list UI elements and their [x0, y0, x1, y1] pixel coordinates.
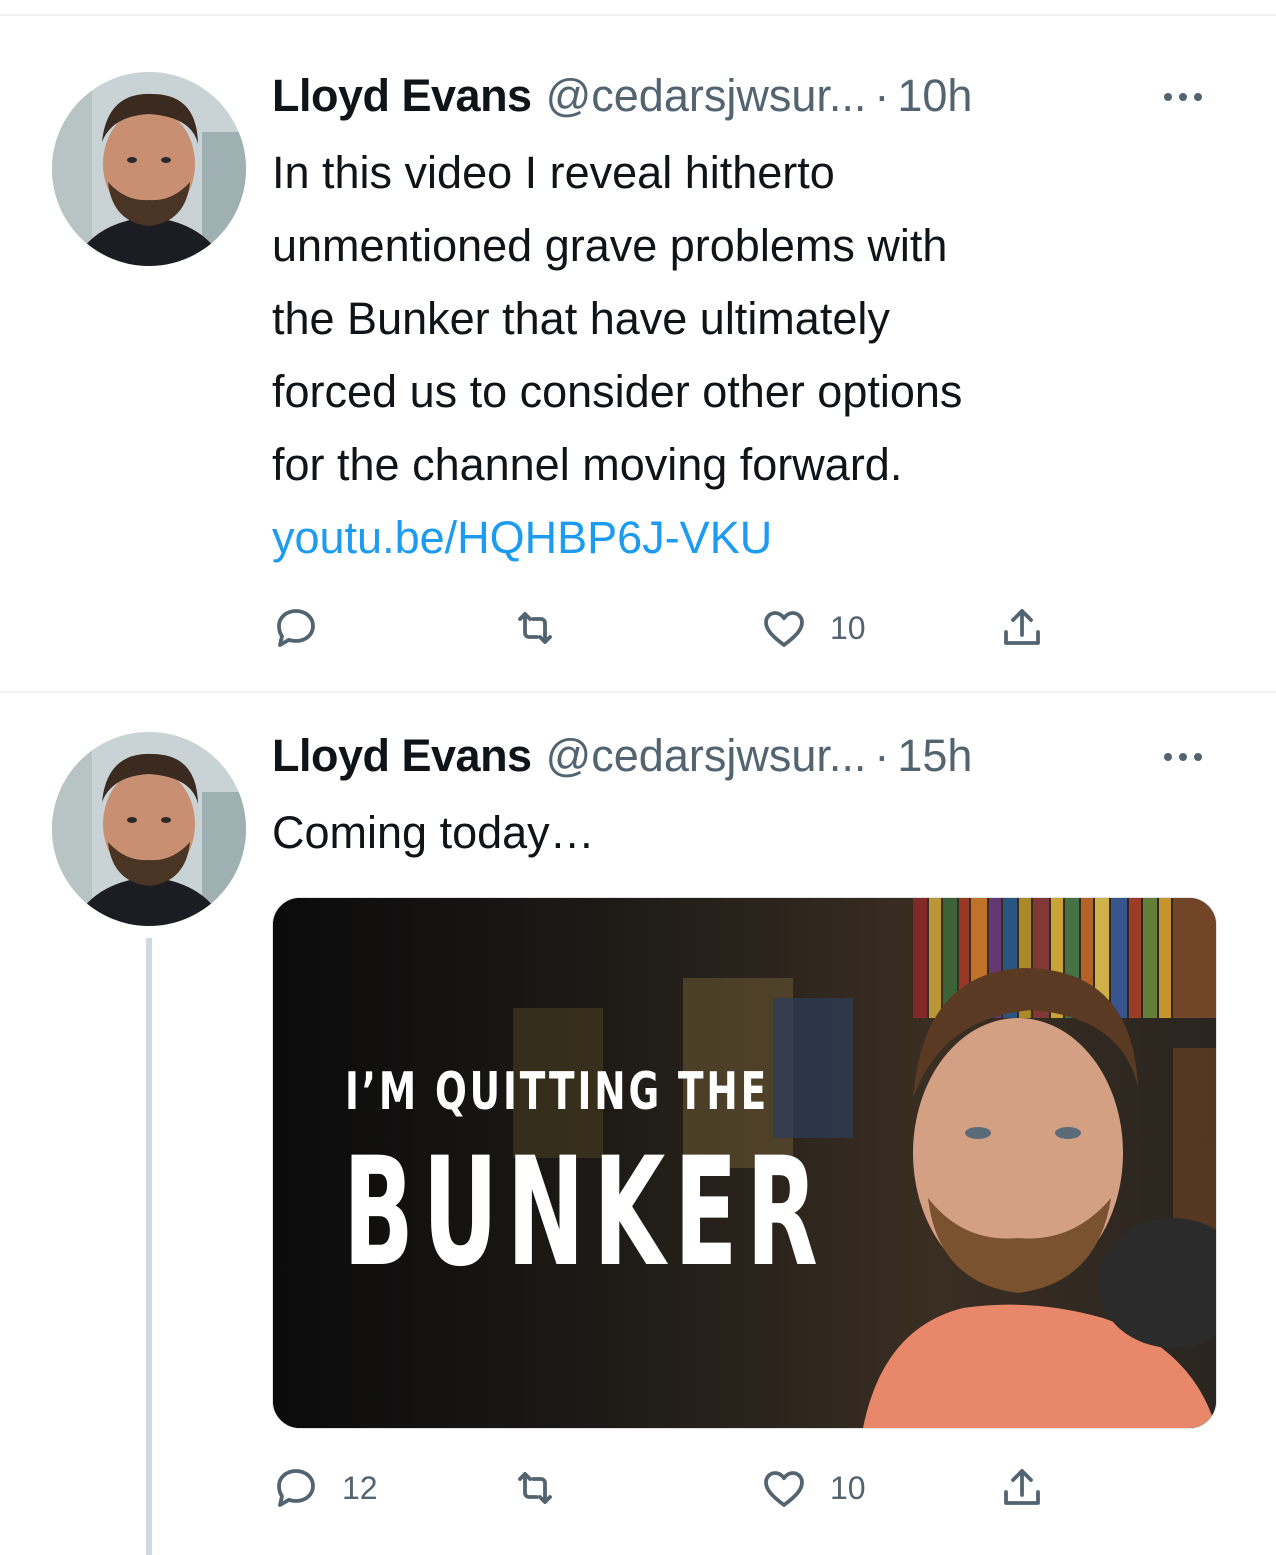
- reply-button[interactable]: 12: [272, 1458, 378, 1518]
- top-divider: [0, 14, 1276, 16]
- share-icon: [1004, 609, 1040, 645]
- avatar[interactable]: [52, 732, 246, 926]
- tweet-text: In this video I reveal hitherto unmentio…: [272, 136, 1232, 574]
- author-handle[interactable]: @cedarsjwsur...: [546, 70, 867, 122]
- tweet-text-line: unmentioned grave problems with: [272, 220, 948, 271]
- tweet-link[interactable]: youtu.be/HQHBP6J-VKU: [272, 501, 1232, 574]
- thread-line: [146, 938, 152, 1555]
- tweet-divider: [0, 691, 1276, 693]
- more-icon[interactable]: [1164, 93, 1202, 101]
- reply-button[interactable]: [272, 598, 342, 658]
- like-button[interactable]: 10: [760, 1458, 866, 1518]
- tweet-text-line: the Bunker that have ultimately: [272, 293, 890, 344]
- like-icon: [764, 1471, 804, 1507]
- separator-dot: ·: [874, 730, 890, 781]
- retweet-button[interactable]: [510, 598, 582, 658]
- like-button[interactable]: 10: [760, 598, 866, 658]
- author-handle[interactable]: @cedarsjwsur...: [546, 730, 867, 782]
- share-button[interactable]: [998, 598, 1046, 658]
- share-icon: [1004, 1469, 1040, 1505]
- tweet-header: Lloyd Evans @cedarsjwsur... · 15h: [272, 726, 972, 786]
- tweet-text-line: In this video I reveal hitherto: [272, 147, 835, 198]
- avatar[interactable]: [52, 72, 246, 266]
- like-icon: [764, 611, 804, 647]
- share-button[interactable]: [998, 1458, 1046, 1518]
- retweet-button[interactable]: [510, 1458, 582, 1518]
- like-count: 10: [830, 1469, 866, 1506]
- reply-icon: [277, 1469, 315, 1507]
- action-bar: 12 10: [272, 1458, 1072, 1518]
- tweet-text-line: Coming today…: [272, 807, 595, 858]
- tweet-text-line: forced us to consider other options: [272, 366, 963, 417]
- tweet-timestamp[interactable]: 15h: [897, 730, 972, 782]
- media-thumbnail[interactable]: I’M QUITTING THE BUNKER: [272, 897, 1217, 1429]
- retweet-icon: [518, 1472, 552, 1504]
- tweet-header: Lloyd Evans @cedarsjwsur... · 10h: [272, 66, 972, 126]
- more-icon[interactable]: [1164, 753, 1202, 761]
- media-caption-line1: I’M QUITTING THE: [345, 1062, 770, 1122]
- reply-count: 12: [342, 1469, 378, 1506]
- action-bar: 10: [272, 598, 1072, 658]
- author-name[interactable]: Lloyd Evans: [272, 70, 532, 122]
- media-caption-line2: BUNKER: [343, 1126, 827, 1300]
- like-count: 10: [830, 609, 866, 646]
- separator-dot: ·: [874, 70, 890, 121]
- author-name[interactable]: Lloyd Evans: [272, 730, 532, 782]
- tweet-text: Coming today…: [272, 796, 1232, 869]
- retweet-icon: [518, 612, 552, 644]
- reply-icon: [277, 609, 315, 647]
- tweet-timestamp[interactable]: 10h: [897, 70, 972, 122]
- tweet-text-line: for the channel moving forward.: [272, 439, 903, 490]
